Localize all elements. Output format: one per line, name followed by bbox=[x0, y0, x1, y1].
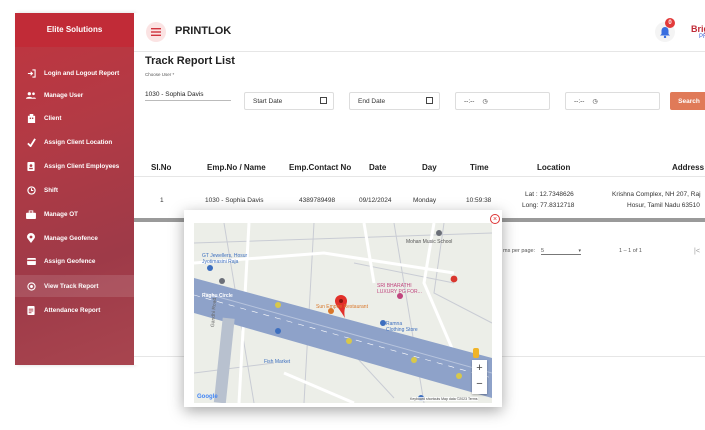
sidebar-item-manage-geofence[interactable]: Manage Geofence bbox=[15, 227, 134, 249]
badge-icon bbox=[26, 161, 36, 171]
sidebar-item-assign-client-employees[interactable]: Assign Client Employees bbox=[15, 155, 134, 177]
sidebar-item-assign-client-location[interactable]: Assign Client Location bbox=[15, 131, 134, 153]
briefcase-icon bbox=[26, 209, 36, 219]
sidebar-item-assign-geofence[interactable]: Assign Geofence bbox=[15, 250, 134, 272]
sidebar-item-label: Manage OT bbox=[44, 210, 78, 218]
map-label: Fish Market bbox=[264, 359, 291, 365]
brand-name: Elite Solutions bbox=[15, 13, 134, 47]
sidebar-item-label: Login and Logout Report bbox=[44, 69, 120, 77]
user-select[interactable]: 1030 - Sophia Davis bbox=[145, 91, 231, 101]
building-icon bbox=[26, 113, 36, 123]
sidebar-item-label: Client bbox=[44, 114, 62, 122]
track-icon bbox=[26, 281, 36, 291]
end-date-placeholder: End Date bbox=[358, 97, 386, 105]
column-header-day: Day bbox=[422, 163, 437, 172]
choose-user-label: Choose User * bbox=[145, 72, 175, 77]
sidebar-item-client[interactable]: Client bbox=[15, 107, 134, 129]
clock-icon bbox=[26, 185, 36, 195]
sidebar-item-label: Shift bbox=[44, 186, 58, 194]
top-bar: PRINTLOK 0 Brig PF bbox=[134, 13, 705, 52]
cell-longitude: Long: 77.8312718 bbox=[522, 202, 575, 209]
map-label: Jyotimasini Raja bbox=[202, 259, 239, 265]
map-attribution[interactable]: Keyboard shortcuts Map data ©2023 Terms bbox=[410, 397, 478, 401]
menu-toggle-button[interactable] bbox=[146, 22, 166, 42]
sidebar-item-view-track-report[interactable]: View Track Report bbox=[15, 275, 134, 297]
cell-address-line1: Krishna Complex, NH 207, Raj bbox=[612, 191, 701, 198]
map-label: Mohan Music School bbox=[406, 239, 453, 245]
items-per-page-value: 5 bbox=[541, 248, 545, 254]
sidebar-item-manage-ot[interactable]: Manage OT bbox=[15, 203, 134, 225]
location-check-icon bbox=[26, 137, 36, 147]
start-time-field[interactable]: --:-- ◷ bbox=[455, 92, 550, 110]
column-header-sl-no: Sl.No bbox=[151, 163, 172, 172]
sidebar-item-label: Manage Geofence bbox=[44, 234, 98, 242]
sidebar-item-label: View Track Report bbox=[44, 282, 99, 290]
chevron-down-icon: ▾ bbox=[578, 248, 581, 254]
sidebar-item-attendance-report[interactable]: Attendance Report bbox=[15, 299, 134, 321]
column-header-time: Time bbox=[470, 163, 489, 172]
cell-sl-no: 1 bbox=[160, 197, 164, 204]
report-icon bbox=[26, 305, 36, 315]
clock-icon[interactable]: ◷ bbox=[592, 98, 597, 105]
map-tiles bbox=[194, 223, 492, 403]
clock-icon[interactable]: ◷ bbox=[482, 98, 487, 105]
map-view[interactable]: Mohan Music School SRI BHARATHI LUXURY P… bbox=[194, 223, 492, 403]
sidebar-item-label: Manage User bbox=[44, 91, 84, 99]
column-header-contact: Emp.Contact No bbox=[289, 163, 352, 172]
user-name[interactable]: Brig bbox=[691, 24, 705, 34]
first-page-button[interactable]: |< bbox=[694, 248, 700, 255]
pagination-range: 1 – 1 of 1 bbox=[619, 248, 642, 254]
end-time-field[interactable]: --:-- ◷ bbox=[565, 92, 660, 110]
map-label: Sun Empire Restaurant bbox=[316, 304, 368, 310]
cell-address-line2: Hosur, Tamil Nadu 63510 bbox=[627, 202, 700, 209]
google-logo: Google bbox=[197, 394, 218, 400]
zoom-controls: + − bbox=[472, 360, 487, 394]
map-label: Clothing Store bbox=[386, 327, 418, 333]
map-popup: × Mohan Music School SRI BHARATHI LUXURY… bbox=[184, 210, 502, 407]
map-label: LUXURY PG FOR... bbox=[377, 289, 422, 295]
column-header-location: Location bbox=[537, 163, 571, 172]
user-role: PF bbox=[699, 34, 705, 40]
cell-time: 10:59:38 bbox=[466, 197, 492, 204]
items-per-page-select[interactable]: 5 ▾ bbox=[541, 248, 581, 255]
column-header-emp-name: Emp.No / Name bbox=[207, 163, 266, 172]
sidebar-item-label: Assign Geofence bbox=[44, 257, 96, 265]
cell-contact: 4389789498 bbox=[299, 197, 336, 204]
notification-button[interactable]: 0 bbox=[655, 18, 675, 42]
pin-icon bbox=[26, 233, 36, 243]
search-button[interactable]: Search bbox=[670, 92, 705, 110]
column-header-address: Address bbox=[672, 163, 705, 172]
start-time-value: --:-- bbox=[464, 97, 475, 105]
cell-day: Monday bbox=[413, 197, 437, 204]
page-title: Track Report List bbox=[145, 55, 235, 67]
sidebar: Elite Solutions Login and Logout Report … bbox=[15, 13, 134, 365]
column-header-date: Date bbox=[369, 163, 387, 172]
cell-emp-name: 1030 - Sophia Davis bbox=[205, 197, 264, 204]
card-icon bbox=[26, 256, 36, 266]
end-time-value: --:-- bbox=[574, 97, 585, 105]
sidebar-item-login-logout-report[interactable]: Login and Logout Report bbox=[15, 62, 134, 84]
cell-date: 09/12/2024 bbox=[359, 197, 392, 204]
app-title: PRINTLOK bbox=[175, 25, 232, 37]
hamburger-icon bbox=[151, 28, 161, 36]
calendar-icon[interactable] bbox=[426, 97, 433, 104]
start-date-placeholder: Start Date bbox=[253, 97, 283, 105]
users-icon bbox=[26, 90, 36, 100]
notification-badge: 0 bbox=[665, 18, 675, 28]
items-per-page-label: ms per page: bbox=[503, 248, 536, 254]
login-icon bbox=[26, 68, 36, 78]
sidebar-item-label: Attendance Report bbox=[44, 306, 101, 314]
sidebar-item-label: Assign Client Location bbox=[44, 138, 113, 146]
calendar-icon[interactable] bbox=[320, 97, 327, 104]
sidebar-item-manage-user[interactable]: Manage User bbox=[15, 84, 134, 106]
cell-latitude: Lat : 12.7348626 bbox=[525, 191, 574, 198]
end-date-field[interactable]: End Date bbox=[349, 92, 440, 110]
sidebar-item-label: Assign Client Employees bbox=[44, 162, 120, 170]
zoom-in-button[interactable]: + bbox=[472, 360, 487, 376]
zoom-out-button[interactable]: − bbox=[472, 376, 487, 392]
start-date-field[interactable]: Start Date bbox=[244, 92, 334, 110]
sidebar-item-shift[interactable]: Shift bbox=[15, 179, 134, 201]
bell-icon bbox=[660, 26, 670, 38]
